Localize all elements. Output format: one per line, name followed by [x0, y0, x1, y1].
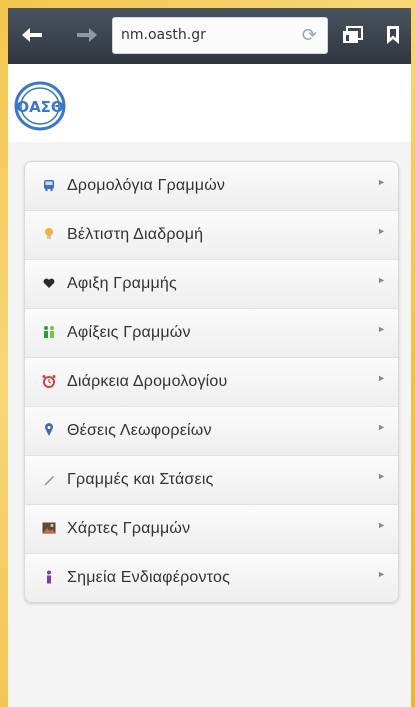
- menu-item-label: Δρομολόγια Γραμμών: [67, 177, 226, 194]
- menu-item-best-route[interactable]: Βέλτιστη Διαδρομή ►: [25, 211, 398, 260]
- chevron-right-icon: ►: [377, 226, 386, 236]
- menu-item-lines-and-stops[interactable]: Γραμμές και Στάσεις ►: [25, 456, 398, 505]
- people-icon: [42, 325, 56, 339]
- chevron-right-icon: ►: [377, 177, 386, 187]
- menu-item-label: Διάρκεια Δρομολογίου: [67, 373, 228, 390]
- chevron-right-icon: ►: [377, 324, 386, 334]
- oasth-logo[interactable]: ΟΑΣΘ: [14, 81, 66, 131]
- person-icon: [42, 570, 56, 584]
- menu-item-line-arrival[interactable]: Αφιξη Γραμμής ►: [25, 260, 398, 309]
- alarm-clock-icon: [42, 374, 56, 388]
- page-header: ΟΑΣΘ: [8, 64, 411, 142]
- browser-toolbar: nm.oasth.gr ⟳: [8, 8, 411, 64]
- menu-item-line-arrivals[interactable]: Αφίξεις Γραμμών ►: [25, 309, 398, 358]
- lightbulb-icon: [42, 227, 56, 241]
- pencil-icon: [42, 472, 56, 486]
- url-bar[interactable]: nm.oasth.gr ⟳: [112, 17, 328, 54]
- menu-item-route-duration[interactable]: Διάρκεια Δρομολογίου ►: [25, 358, 398, 407]
- menu-item-label: Αφίξεις Γραμμών: [67, 324, 191, 341]
- bookmark-icon[interactable]: [376, 18, 410, 52]
- picture-icon: [42, 521, 56, 535]
- chevron-right-icon: ►: [377, 373, 386, 383]
- chevron-right-icon: ►: [377, 520, 386, 530]
- tabs-icon[interactable]: [336, 18, 370, 52]
- arrow-left-icon[interactable]: [15, 18, 49, 52]
- arrow-right-icon[interactable]: [70, 18, 104, 52]
- url-text[interactable]: nm.oasth.gr: [121, 27, 206, 43]
- bus-icon: [42, 178, 56, 192]
- menu-item-label: Θέσεις Λεωφορείων: [67, 422, 212, 439]
- reload-icon[interactable]: ⟳: [302, 25, 317, 46]
- chevron-right-icon: ►: [377, 422, 386, 432]
- main-menu: Δρομολόγια Γραμμών ► Βέλτιστη Διαδρομή ►…: [24, 161, 399, 603]
- menu-item-label: Αφιξη Γραμμής: [67, 275, 177, 292]
- chevron-right-icon: ►: [377, 275, 386, 285]
- logo-text: ΟΑΣΘ: [16, 98, 63, 116]
- menu-item-points-of-interest[interactable]: Σημεία Ενδιαφέροντος ►: [25, 554, 398, 602]
- menu-item-line-maps[interactable]: Χάρτες Γραμμών ►: [25, 505, 398, 554]
- chevron-right-icon: ►: [377, 471, 386, 481]
- menu-item-label: Χάρτες Γραμμών: [67, 520, 191, 537]
- menu-item-bus-positions[interactable]: Θέσεις Λεωφορείων ►: [25, 407, 398, 456]
- menu-item-label: Βέλτιστη Διαδρομή: [67, 226, 204, 243]
- screen: nm.oasth.gr ⟳ ΟΑΣΘ Δρομολόγια Γραμμών ► …: [8, 8, 411, 707]
- chevron-right-icon: ►: [377, 569, 386, 579]
- menu-item-routes[interactable]: Δρομολόγια Γραμμών ►: [25, 162, 398, 211]
- menu-item-label: Σημεία Ενδιαφέροντος: [67, 569, 230, 586]
- map-pin-icon: [42, 423, 56, 437]
- heart-icon: [42, 276, 56, 290]
- menu-item-label: Γραμμές και Στάσεις: [67, 471, 214, 488]
- main-content: Δρομολόγια Γραμμών ► Βέλτιστη Διαδρομή ►…: [8, 142, 411, 707]
